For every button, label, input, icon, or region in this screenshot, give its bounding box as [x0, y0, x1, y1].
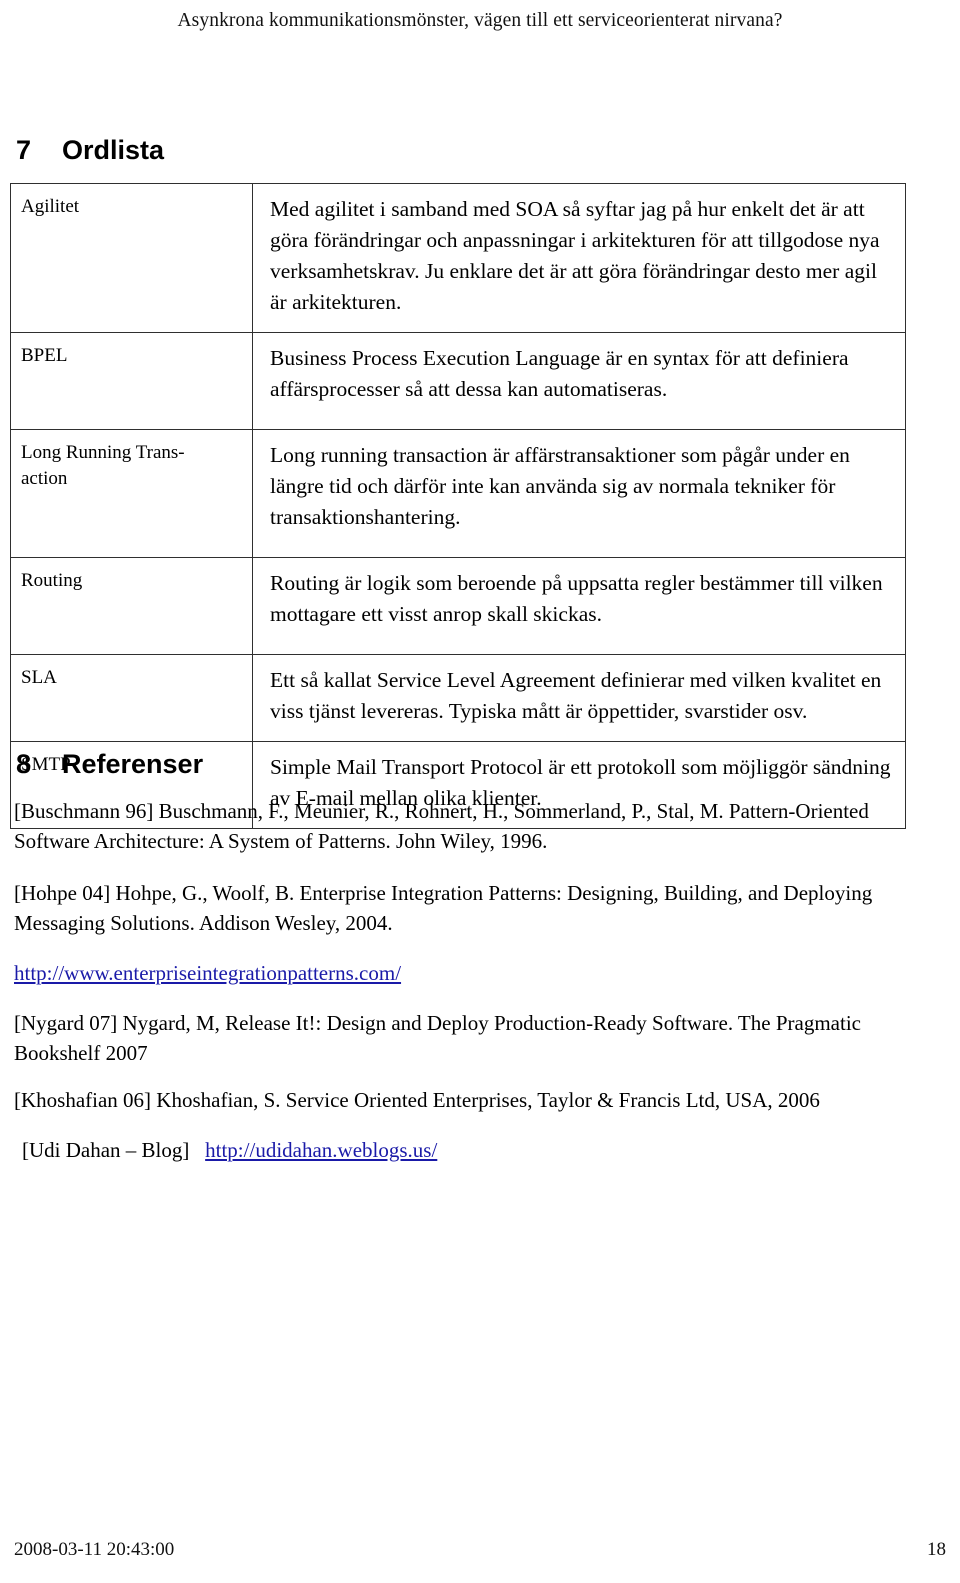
reference-blog-label: [Udi Dahan – Blog]: [22, 1138, 190, 1162]
glossary-term-cell: SLA: [10, 654, 253, 742]
footer-timestamp: 2008-03-11 20:43:00: [14, 1539, 175, 1560]
glossary-term: Agilitet: [21, 196, 80, 217]
section-heading-ordlista: 7 Ordlista: [16, 134, 164, 166]
document-page: Asynkrona kommunikationsmönster, vägen t…: [0, 0, 960, 1583]
section-number: 8: [16, 749, 32, 779]
reference-blog-row: [Udi Dahan – Blog] http://udidahan.weblo…: [22, 1135, 922, 1165]
section-number: 7: [16, 135, 32, 165]
section-title: Referenser: [62, 749, 204, 779]
reference-entry: [Hohpe 04] Hohpe, G., Woolf, B. Enterpri…: [14, 881, 873, 935]
glossary-definition: Long running transaction är affärstransa…: [270, 443, 850, 529]
table-row: SLA Ett så kallat Service Level Agreemen…: [10, 654, 906, 742]
reference-entry: [Buschmann 96] Buschmann, F., Meunier, R…: [14, 799, 869, 853]
glossary-definition-cell: Business Process Execution Language är e…: [252, 332, 906, 430]
reference-entry: [Nygard 07] Nygard, M, Release It!: Desi…: [14, 1011, 861, 1065]
glossary-term: Long Running Trans- action: [21, 442, 185, 489]
glossary-term-cell: Long Running Trans- action: [10, 429, 253, 558]
glossary-term: BPEL: [21, 345, 68, 366]
table-row: Long Running Trans- action Long running …: [10, 429, 906, 558]
enterprise-integration-patterns-link[interactable]: http://www.enterpriseintegrationpatterns…: [14, 961, 401, 985]
section-title: Ordlista: [62, 135, 165, 165]
glossary-term-cell: Routing: [10, 557, 253, 655]
glossary-definition-cell: Long running transaction är affärstransa…: [252, 429, 906, 558]
reference-link-row: http://www.enterpriseintegrationpatterns…: [14, 958, 914, 988]
glossary-term-cell: BPEL: [10, 332, 253, 430]
running-header: Asynkrona kommunikationsmönster, vägen t…: [177, 10, 783, 31]
glossary-definition-cell: Routing är logik som beroende på uppsatt…: [252, 557, 906, 655]
glossary-definition: Routing är logik som beroende på uppsatt…: [270, 571, 883, 626]
udi-dahan-blog-link[interactable]: http://udidahan.weblogs.us/: [205, 1138, 437, 1162]
glossary-term: SLA: [21, 667, 57, 688]
glossary-term-cell: Agilitet: [10, 183, 253, 333]
glossary-definition: Ett så kallat Service Level Agreement de…: [270, 668, 882, 723]
footer-page-number: 18: [927, 1539, 946, 1560]
glossary-term: Routing: [21, 570, 83, 591]
table-row: Routing Routing är logik som beroende på…: [10, 557, 906, 655]
glossary-definition-cell: Med agilitet i samband med SOA så syftar…: [252, 183, 906, 333]
glossary-table: Agilitet Med agilitet i samband med SOA …: [10, 183, 906, 829]
glossary-definition: Med agilitet i samband med SOA så syftar…: [270, 197, 880, 314]
table-row: Agilitet Med agilitet i samband med SOA …: [10, 183, 906, 333]
section-heading-referenser: 8 Referenser: [16, 748, 203, 780]
glossary-definition: Business Process Execution Language är e…: [270, 346, 849, 401]
table-row: BPEL Business Process Execution Language…: [10, 332, 906, 430]
reference-entry: [Khoshafian 06] Khoshafian, S. Service O…: [14, 1088, 820, 1112]
glossary-definition-cell: Ett så kallat Service Level Agreement de…: [252, 654, 906, 742]
